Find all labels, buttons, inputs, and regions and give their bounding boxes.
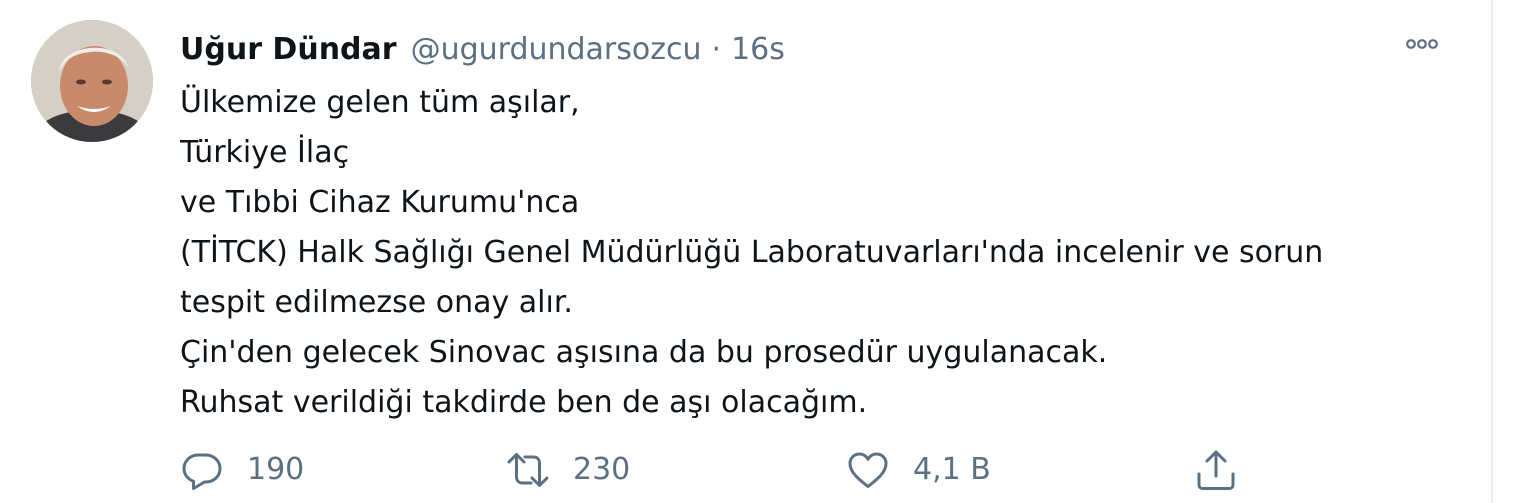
author-handle[interactable]: @ugurdundarsozcu bbox=[411, 26, 702, 74]
share-button[interactable] bbox=[1194, 446, 1238, 494]
tweet-text: Ülkemize gelen tüm aşılar, Türkiye İlaç … bbox=[180, 78, 1470, 428]
tweet-text-line: tespit edilmezse onay alır. bbox=[180, 285, 573, 320]
tweet-timestamp[interactable]: 16s bbox=[731, 26, 785, 74]
tweet-text-line: ve Tıbbi Cihaz Kurumu'nca bbox=[180, 185, 580, 220]
tweet-text-line: Çin'den gelecek Sinovac aşısına da bu pr… bbox=[180, 335, 1108, 370]
retweet-button[interactable]: 230 bbox=[506, 446, 630, 494]
like-button[interactable]: 4,1 B bbox=[846, 446, 991, 494]
comment-bubble-icon bbox=[182, 453, 222, 490]
tweet-actions: 190 230 4,1 B bbox=[180, 446, 1440, 494]
reply-button[interactable]: 190 bbox=[180, 446, 304, 494]
like-count: 4,1 B bbox=[913, 452, 991, 487]
reply-count: 190 bbox=[247, 452, 305, 487]
timeline-border bbox=[1491, 0, 1493, 503]
retweet-count: 230 bbox=[573, 452, 631, 487]
heart-outline-icon bbox=[848, 452, 888, 488]
tweet-header: Uğur Dündar @ugurdundarsozcu · 16s bbox=[180, 26, 785, 74]
avatar[interactable] bbox=[31, 20, 153, 142]
tweet-text-line: Ülkemize gelen tüm aşılar, bbox=[180, 85, 580, 120]
author-name[interactable]: Uğur Dündar bbox=[180, 26, 397, 74]
more-horizontal-icon bbox=[1406, 39, 1438, 49]
header-separator: · bbox=[711, 32, 722, 67]
tweet[interactable]: Uğur Dündar @ugurdundarsozcu · 16s Ülkem… bbox=[0, 0, 1490, 503]
more-options-button[interactable] bbox=[1404, 32, 1440, 56]
avatar-photo bbox=[31, 20, 153, 142]
share-upload-icon bbox=[1197, 450, 1235, 490]
tweet-text-line: Ruhsat verildiği takdirde ben de aşı ola… bbox=[180, 385, 868, 420]
tweet-text-line: (TİTCK) Halk Sağlığı Genel Müdürlüğü Lab… bbox=[180, 235, 1324, 270]
retweet-arrows-icon bbox=[507, 453, 549, 487]
tweet-text-line: Türkiye İlaç bbox=[180, 135, 350, 170]
